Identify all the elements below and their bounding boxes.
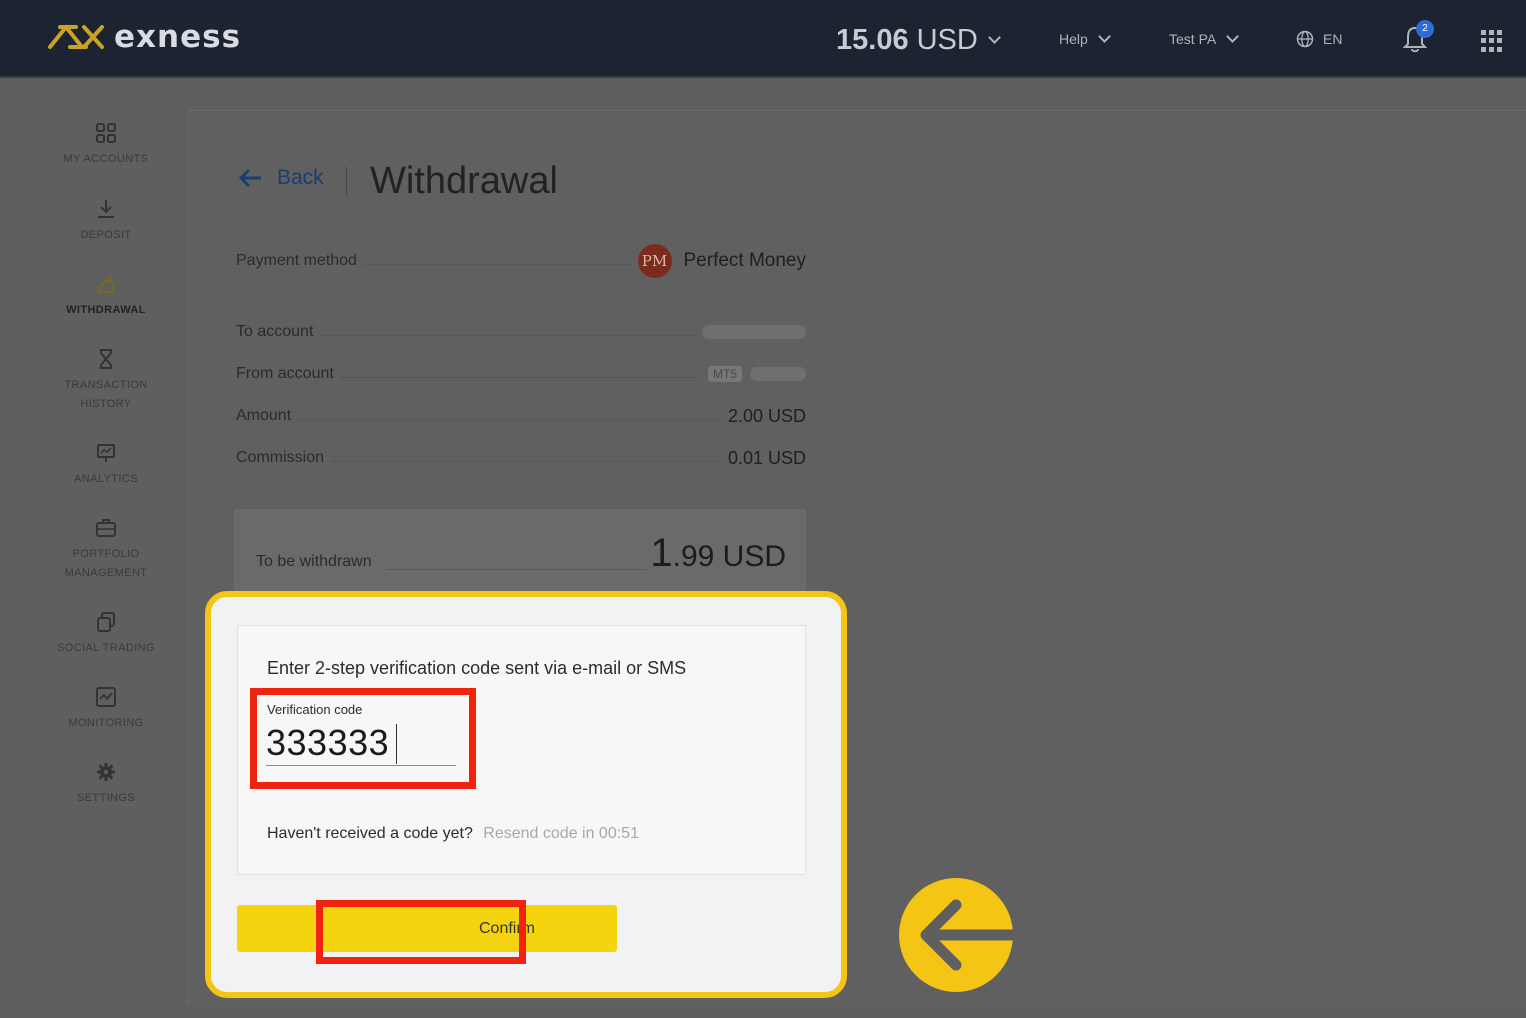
resend-row: Haven't received a code yet? Resend code… xyxy=(267,825,639,843)
to-be-withdrawn-label: To be withdrawn xyxy=(256,553,372,570)
account-menu[interactable]: Test PA xyxy=(1169,28,1240,50)
sidebar-item-label: TRANSACTION HISTORY xyxy=(64,379,148,410)
sidebar-item-monitoring[interactable]: MONITORING xyxy=(40,686,172,733)
to-account-label: To account xyxy=(236,323,314,340)
sidebar-item-portfolio-management[interactable]: PORTFOLIO MANAGEMENT xyxy=(40,517,172,583)
top-bar: exness 15.06 USD Help Test PA EN 2 xyxy=(0,0,1526,78)
hourglass-icon xyxy=(100,349,112,369)
briefcase-icon xyxy=(96,519,116,537)
grid-icon xyxy=(96,123,116,143)
amount-label: Amount xyxy=(236,407,292,424)
title-divider xyxy=(346,166,347,196)
page-title: Withdrawal xyxy=(370,160,558,202)
account-label: Test PA xyxy=(1169,31,1217,47)
download-icon xyxy=(98,200,114,218)
dotted-leader xyxy=(299,418,720,420)
perfect-money-logo: PM xyxy=(637,244,672,278)
sidebar-item-label: PORTFOLIO MANAGEMENT xyxy=(64,548,148,579)
commission-label: Commission xyxy=(236,449,325,466)
balance-amount: 15.06 xyxy=(836,23,909,56)
sidebar-item-label: MY ACCOUNTS xyxy=(63,153,149,165)
sidebar-item-analytics[interactable]: ANALYTICS xyxy=(40,442,172,489)
annotation-box-code xyxy=(250,688,476,789)
help-menu[interactable]: Help xyxy=(1059,28,1111,50)
copy-icon xyxy=(97,612,115,632)
help-label: Help xyxy=(1059,31,1088,47)
dotted-leader xyxy=(341,376,700,378)
sidebar-item-label: SOCIAL TRADING xyxy=(57,642,155,654)
amount-value: 2.00 USD xyxy=(727,405,806,426)
sidebar-item-withdrawal[interactable]: WITHDRAWAL xyxy=(40,273,172,320)
exness-logo[interactable]: exness xyxy=(46,16,241,58)
sidebar-item-my-accounts[interactable]: MY ACCOUNTS xyxy=(40,122,172,169)
mt5-badge: MT5 xyxy=(708,366,742,382)
gear-icon xyxy=(97,763,115,781)
dotted-leader xyxy=(386,569,646,570)
annotation-box-confirm xyxy=(316,900,526,964)
back-link[interactable]: Back xyxy=(237,166,324,190)
sidebar-item-deposit[interactable]: DEPOSIT xyxy=(40,198,172,245)
sidebar-item-settings[interactable]: SETTINGS xyxy=(40,761,172,808)
sidebar-item-label: DEPOSIT xyxy=(80,229,132,241)
upload-icon xyxy=(98,276,114,293)
sidebar-item-label: WITHDRAWAL xyxy=(66,304,146,316)
notification-badge: 2 xyxy=(1416,20,1434,38)
from-account-row: From account MT5 xyxy=(236,362,806,386)
resend-question: Haven't received a code yet? xyxy=(267,825,473,842)
payment-method-row: Payment method PM Perfect Money xyxy=(236,244,806,278)
to-account-value-redacted xyxy=(702,325,806,339)
amount-row: Amount 2.00 USD xyxy=(236,404,806,428)
to-be-withdrawn-fraction: .99 USD xyxy=(672,540,786,573)
chevron-down-icon xyxy=(1097,29,1111,43)
resend-code-link[interactable]: Resend code in 00:51 xyxy=(483,825,639,842)
payment-method-label: Payment method xyxy=(236,252,357,269)
from-account-label: From account xyxy=(236,365,334,382)
chevron-down-icon xyxy=(987,30,1001,44)
sidebar: MY ACCOUNTS DEPOSIT WITHDRAWAL TRANSACTI… xyxy=(0,80,186,1018)
sidebar-item-social-trading[interactable]: SOCIAL TRADING xyxy=(40,611,172,658)
to-be-withdrawn-summary: To be withdrawn 1.99 USD xyxy=(234,509,806,593)
sidebar-item-label: ANALYTICS xyxy=(74,473,138,485)
chevron-down-icon xyxy=(1226,29,1240,43)
to-be-withdrawn-integer: 1 xyxy=(650,531,673,575)
dotted-leader xyxy=(332,460,720,462)
language-selector[interactable]: EN xyxy=(1296,28,1342,50)
dotted-leader xyxy=(364,263,630,265)
payment-method-value: Perfect Money xyxy=(683,250,807,271)
commission-row: Commission 0.01 USD xyxy=(236,446,806,470)
pointer-arrow-icon xyxy=(899,878,1014,992)
exness-logo-icon xyxy=(48,25,104,49)
sidebar-item-label: MONITORING xyxy=(68,717,144,729)
dotted-leader xyxy=(321,334,694,336)
language-label: EN xyxy=(1323,31,1343,47)
verification-prompt: Enter 2-step verification code sent via … xyxy=(267,658,687,678)
sidebar-item-transaction-history[interactable]: TRANSACTION HISTORY xyxy=(40,348,172,414)
to-be-withdrawn-value: 1.99 USD xyxy=(650,531,786,576)
globe-icon xyxy=(1296,30,1314,48)
balance-currency: USD xyxy=(916,23,978,56)
back-label: Back xyxy=(277,166,324,189)
from-account-value-redacted xyxy=(750,367,806,381)
balance-dropdown[interactable]: 15.06 USD xyxy=(836,22,1001,58)
sidebar-item-label: SETTINGS xyxy=(76,792,136,804)
arrow-left-icon xyxy=(238,168,261,188)
apps-grid-icon[interactable] xyxy=(1481,30,1503,52)
chart-icon xyxy=(96,687,116,707)
to-account-row: To account xyxy=(236,320,806,344)
logo-text: exness xyxy=(114,19,242,55)
commission-value: 0.01 USD xyxy=(727,447,806,468)
presentation-icon xyxy=(97,444,115,462)
